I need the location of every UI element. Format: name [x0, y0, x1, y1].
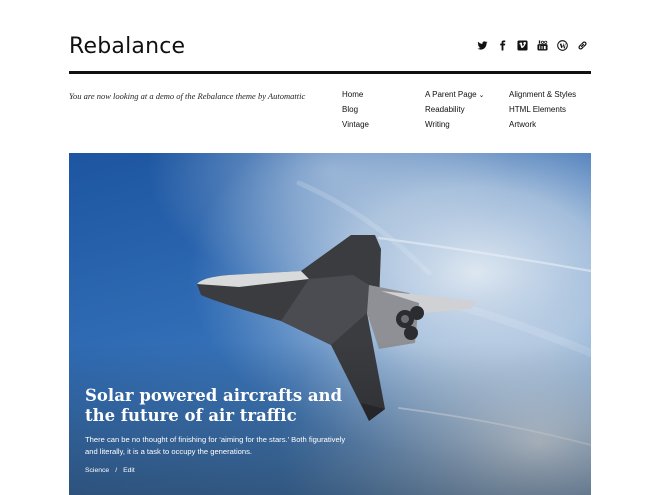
menu-item-parent-page[interactable]: A Parent Page ⌄ [425, 90, 509, 100]
menu-item-label: A Parent Page [425, 90, 477, 99]
social-links [477, 40, 588, 51]
site-title[interactable]: Rebalance [69, 34, 185, 59]
featured-post[interactable]: Solar powered aircrafts and the future o… [69, 153, 591, 495]
featured-post-meta: Science / Edit [85, 467, 135, 474]
facebook-icon[interactable] [497, 40, 508, 51]
menu-item-home[interactable]: Home [342, 90, 425, 100]
header-divider [69, 71, 591, 74]
featured-post-title[interactable]: Solar powered aircrafts and the future o… [85, 386, 355, 426]
link-icon[interactable] [577, 40, 588, 51]
featured-post-excerpt: There can be no thought of finishing for… [85, 435, 346, 456]
menu-item-blog[interactable]: Blog [342, 105, 425, 115]
menu-item-readability[interactable]: Readability [425, 105, 509, 115]
edit-link[interactable]: Edit [123, 467, 135, 474]
youtube-icon[interactable] [537, 40, 548, 51]
twitter-icon[interactable] [477, 40, 488, 51]
menu-item-writing[interactable]: Writing [425, 120, 509, 130]
vimeo-icon[interactable] [517, 40, 528, 51]
menu-item-alignment-styles[interactable]: Alignment & Styles [509, 90, 592, 100]
site-tagline: You are now looking at a demo of the Reb… [69, 91, 306, 101]
meta-separator: / [115, 467, 118, 474]
wordpress-icon[interactable] [557, 40, 568, 51]
chevron-down-icon: ⌄ [478, 91, 485, 99]
menu-item-artwork[interactable]: Artwork [509, 120, 592, 130]
primary-menu: Home A Parent Page ⌄ Alignment & Styles B… [342, 90, 592, 130]
menu-item-html-elements[interactable]: HTML Elements [509, 105, 592, 115]
category-link[interactable]: Science [85, 467, 109, 474]
menu-item-vintage[interactable]: Vintage [342, 120, 425, 130]
